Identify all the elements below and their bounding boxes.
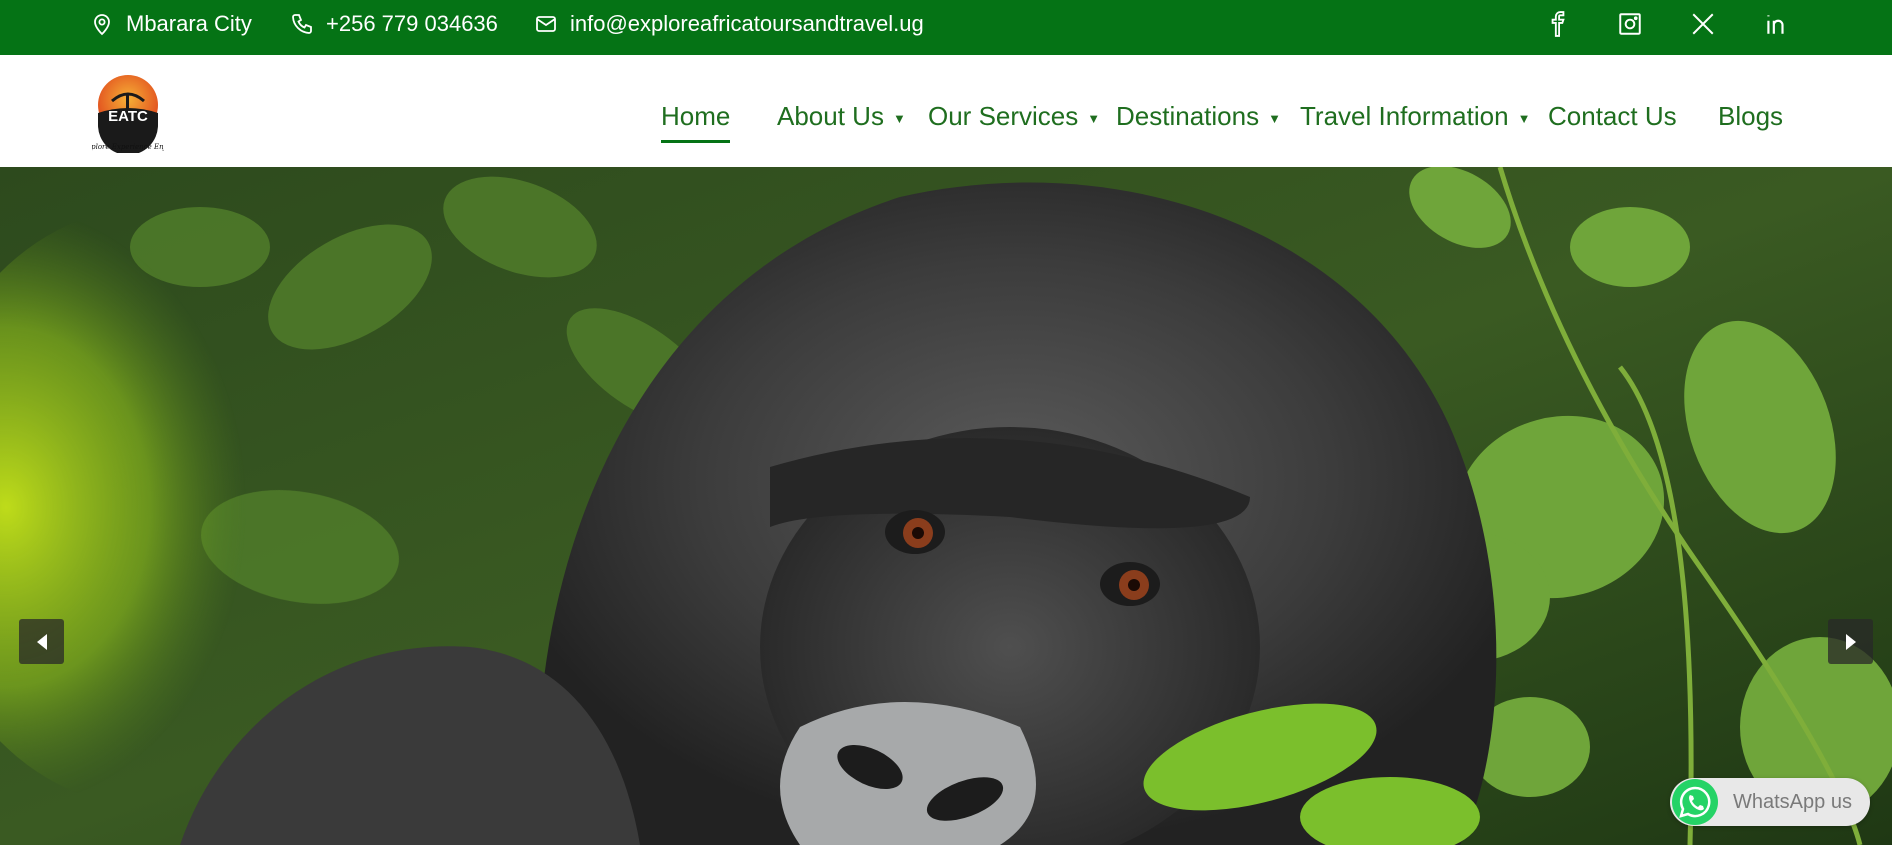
nav-travel-information-label: Travel Information [1300, 101, 1509, 131]
nav-our-services[interactable]: Our Services ▼ [928, 101, 1100, 141]
nav-about-us-label: About Us [777, 101, 884, 131]
whatsapp-label: WhatsApp us [1733, 790, 1852, 813]
svg-text:EATC: EATC [108, 108, 148, 125]
caret-down-icon: ▼ [1087, 111, 1101, 126]
linkedin-icon [1767, 15, 1784, 34]
site-header: EATC Explore Experience Enjoy Home About… [0, 55, 1892, 167]
slider-prev-button[interactable] [19, 619, 64, 664]
slider-next-button[interactable] [1828, 619, 1873, 664]
nav-blogs-label: Blogs [1718, 101, 1784, 131]
email-text[interactable]: info@exploreafricatoursandtravel.ug [570, 11, 924, 37]
svg-text:Explore Experience Enjoy: Explore Experience Enjoy [92, 143, 164, 151]
nav-our-services-label: Our Services [928, 101, 1079, 131]
location-info: Mbarara City [90, 0, 252, 48]
linkedin-link[interactable] [1758, 0, 1794, 48]
top-contact-bar: Mbarara City +256 779 034636 info@explor… [0, 0, 1892, 55]
hero-slider [0, 167, 1892, 845]
instagram-link[interactable] [1612, 0, 1648, 48]
nav-home-label: Home [661, 101, 731, 131]
location-text: Mbarara City [126, 11, 252, 36]
x-icon [1692, 13, 1714, 35]
nav-about-us[interactable]: About Us ▼ [777, 101, 906, 141]
nav-contact-us[interactable]: Contact Us [1548, 101, 1677, 141]
map-pin-icon [94, 14, 110, 36]
site-logo[interactable]: EATC Explore Experience Enjoy [81, 73, 175, 155]
chevron-left-icon [36, 633, 47, 650]
logo-emblem: EATC Explore Experience Enjoy [81, 75, 175, 155]
mail-icon [536, 16, 556, 32]
instagram-icon [1619, 13, 1641, 35]
phone-link[interactable]: +256 779 034636 [290, 0, 498, 48]
chevron-right-icon [1845, 633, 1856, 650]
nav-destinations-label: Destinations [1116, 101, 1260, 131]
nav-destinations[interactable]: Destinations ▼ [1116, 101, 1281, 141]
caret-down-icon: ▼ [892, 111, 906, 126]
whatsapp-chat-button[interactable]: WhatsApp us [1670, 778, 1870, 826]
whatsapp-icon [1672, 779, 1718, 825]
hero-gorilla-image [0, 167, 1892, 845]
facebook-icon [1551, 11, 1565, 37]
x-link[interactable] [1685, 0, 1721, 48]
nav-home[interactable]: Home [661, 101, 731, 143]
caret-down-icon: ▼ [1268, 111, 1281, 126]
nav-blogs[interactable]: Blogs [1718, 101, 1783, 141]
facebook-link[interactable] [1540, 0, 1576, 48]
phone-text[interactable]: +256 779 034636 [326, 11, 498, 37]
phone-icon [292, 14, 312, 34]
caret-down-icon: ▼ [1517, 111, 1531, 126]
nav-contact-us-label: Contact Us [1548, 101, 1677, 131]
email-link[interactable]: info@exploreafricatoursandtravel.ug [534, 0, 924, 48]
nav-travel-information[interactable]: Travel Information ▼ [1300, 101, 1530, 141]
